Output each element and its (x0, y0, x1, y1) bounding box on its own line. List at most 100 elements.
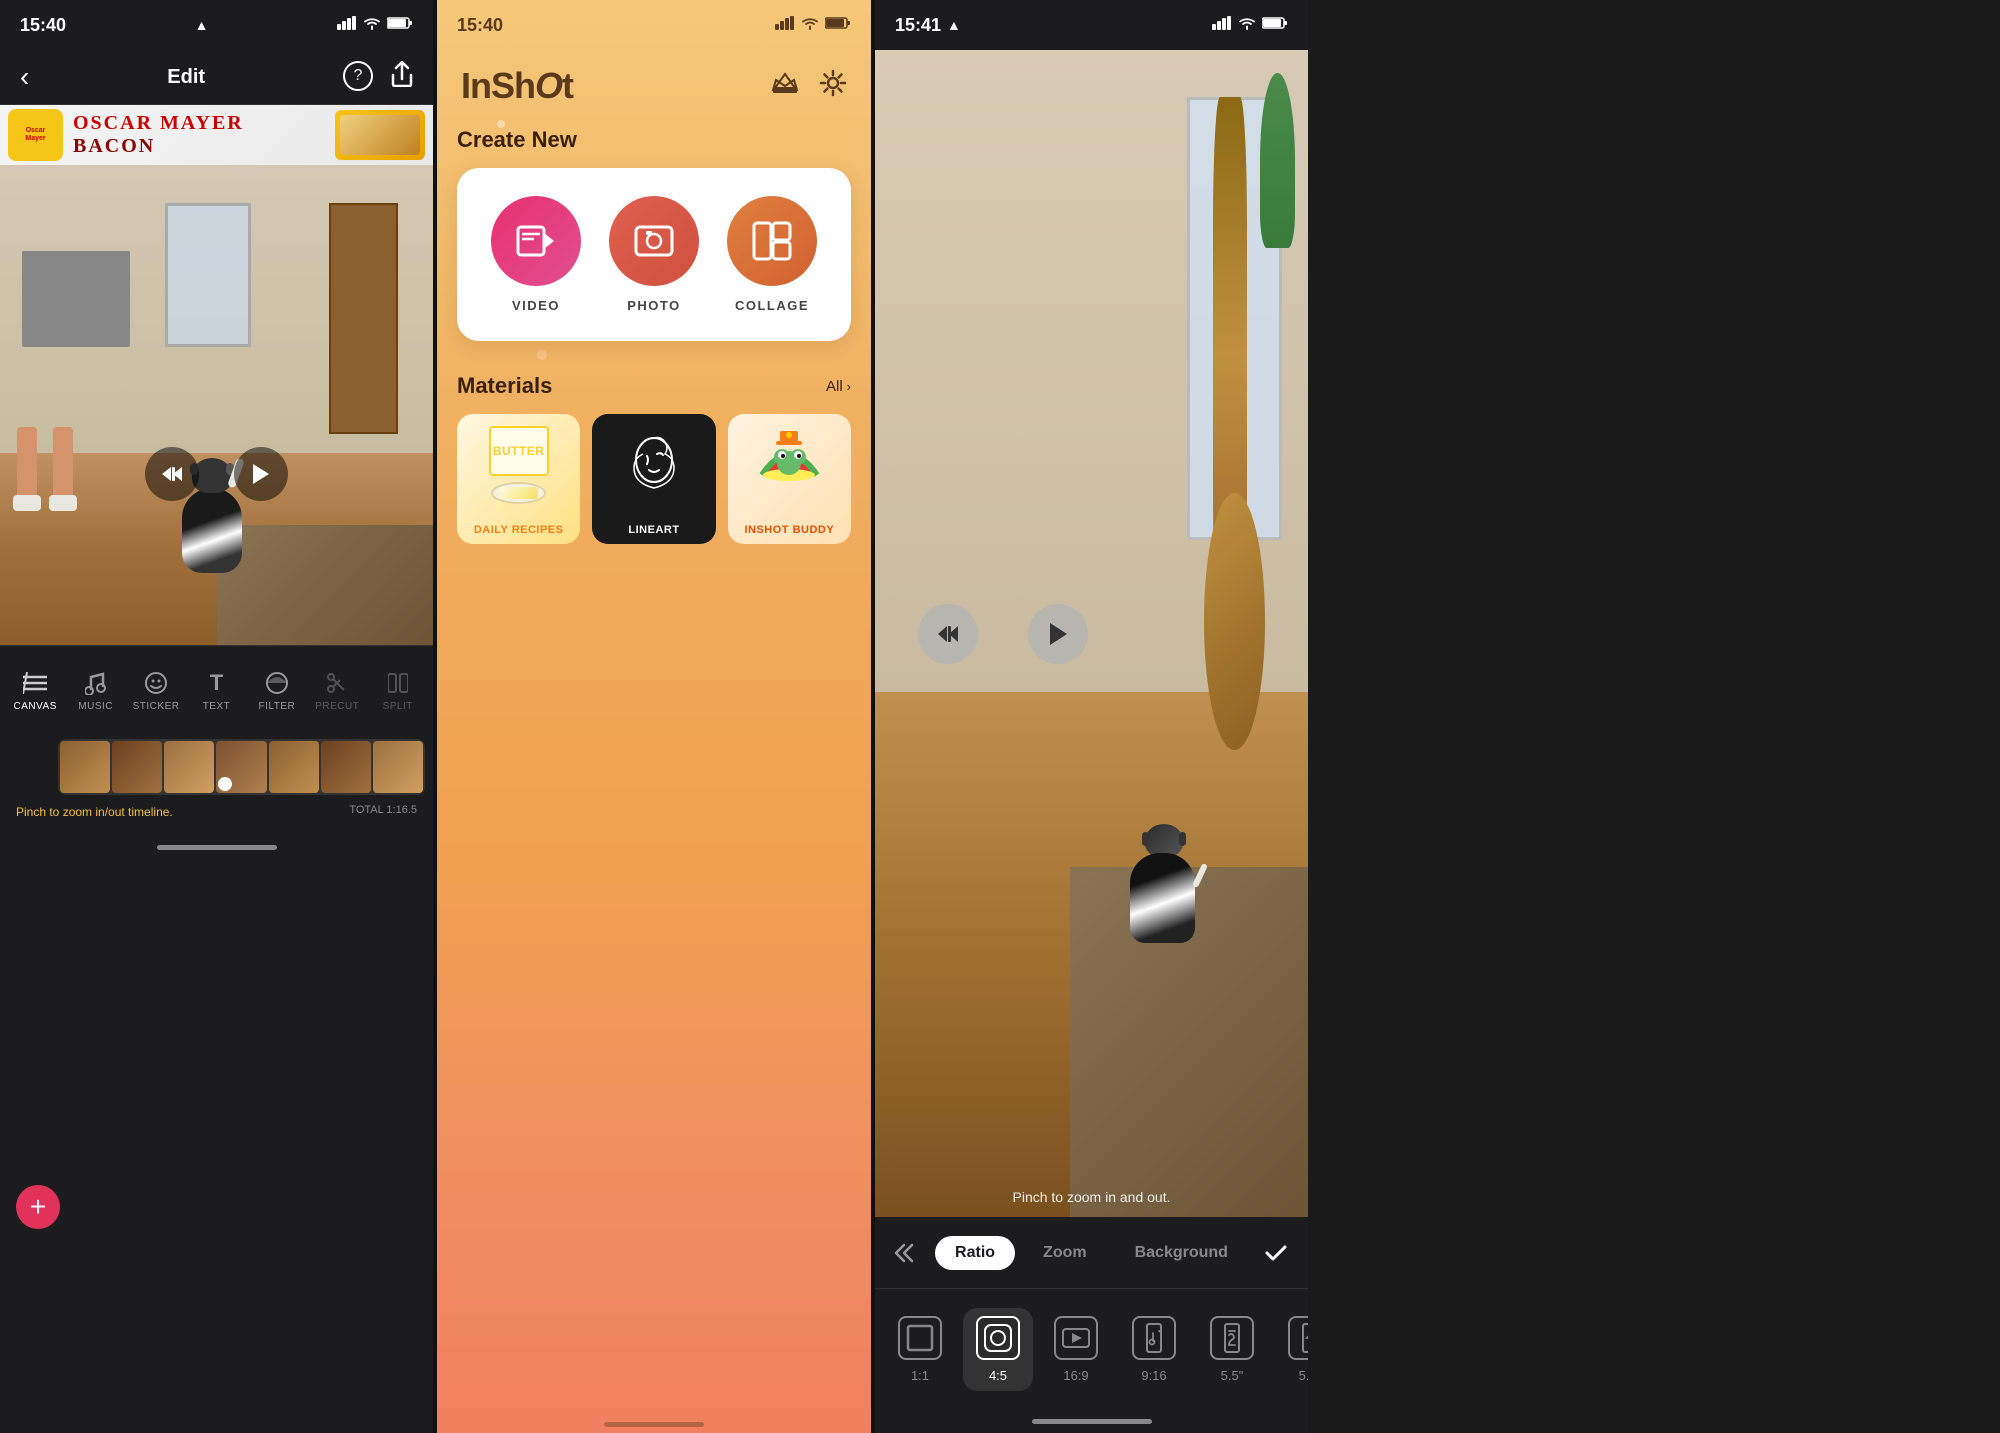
status-bar-1: 15:40 ▲ (0, 0, 433, 50)
play-controls-3 (918, 604, 1088, 664)
ratio-tab-ratio[interactable]: Ratio (935, 1236, 1015, 1270)
time-2: 15:40 (457, 15, 503, 36)
ratio-bar: Ratio Zoom Background (875, 1217, 1308, 1289)
precut-label: PRECUT (315, 701, 359, 712)
tool-filter[interactable]: FILTER (247, 661, 307, 720)
play-controls-1 (0, 447, 433, 501)
create-collage-item[interactable]: COLLAGE (727, 196, 817, 313)
home-indicator-3 (1032, 1419, 1152, 1424)
recipes-image: BUTTER (489, 426, 549, 504)
music-label: MUSIC (78, 701, 113, 712)
tool-canvas[interactable]: CANVAS (5, 661, 65, 720)
back-check-button[interactable] (891, 1233, 923, 1273)
lineart-label: LINEART (592, 524, 715, 536)
ratio-icon-16-9 (1054, 1316, 1098, 1360)
room-furniture (22, 251, 130, 347)
ratio-tab-background[interactable]: Background (1115, 1236, 1248, 1270)
skip-back-button-1[interactable] (145, 447, 199, 501)
edit-title: Edit (167, 66, 205, 89)
ad-banner[interactable]: OscarMayer OSCAR MAYER BACON (0, 105, 433, 165)
battery-icon-3 (1262, 16, 1288, 35)
ratio-options: 1:1 4:5 16:9 (875, 1289, 1308, 1409)
video-frame-1 (0, 165, 433, 645)
ad-text: OSCAR MAYER BACON (73, 112, 325, 158)
split-label: SPLIT (383, 701, 413, 712)
play-button-3[interactable] (1028, 604, 1088, 664)
confirm-button[interactable] (1260, 1233, 1292, 1273)
filter-label: FILTER (259, 701, 296, 712)
sparkle-4 (827, 250, 831, 254)
panel3-bottom: Ratio Zoom Background 1:1 (875, 1217, 1308, 1409)
materials-header: Materials All › (457, 373, 851, 399)
signal-icon-1 (337, 15, 357, 35)
tool-text[interactable]: T TEXT (186, 661, 246, 720)
create-new-section: Create New VIDEO PHOTO COLLA (457, 127, 851, 341)
tool-music[interactable]: MUSIC (65, 661, 125, 720)
materials-title: Materials (457, 373, 552, 399)
instagram-icon (984, 1324, 1012, 1352)
collage-circle (727, 196, 817, 286)
status-bar-3: 15:41 ▲ (875, 0, 1308, 50)
location-icon-1: ▲ (195, 17, 209, 33)
text-icon: T (202, 669, 230, 697)
ad-product-image (335, 110, 425, 160)
ratio-option-1-1[interactable]: 1:1 (885, 1308, 955, 1391)
ratio-option-4-5[interactable]: 4:5 (963, 1308, 1033, 1391)
tool-precut[interactable]: PRECUT (307, 661, 367, 720)
home-bar-3 (875, 1409, 1308, 1433)
sparkle-2 (786, 180, 791, 185)
edit-header: ‹ Edit ? (0, 50, 433, 105)
material-buddy[interactable]: INSHOT BUDDY (728, 414, 851, 544)
collage-label: COLLAGE (735, 298, 809, 313)
crown-icon[interactable] (771, 72, 799, 101)
material-recipes[interactable]: BUTTER DAILY RECIPES (457, 414, 580, 544)
timeline-thumb (321, 741, 371, 793)
ratio-option-16-9[interactable]: 16:9 (1041, 1308, 1111, 1391)
back-button[interactable]: ‹ (20, 61, 29, 93)
status-icons-3 (1212, 16, 1288, 35)
sparkle-3 (467, 300, 473, 306)
time-3: 15:41 (895, 15, 941, 36)
room-window (165, 203, 252, 347)
home-bar-2 (437, 1403, 871, 1433)
buddy-image (752, 425, 827, 505)
create-video-item[interactable]: VIDEO (491, 196, 581, 313)
timeline-thumb (112, 741, 162, 793)
music-icon (82, 669, 110, 697)
help-button[interactable]: ? (343, 61, 373, 91)
ratio-tab-zoom[interactable]: Zoom (1023, 1236, 1107, 1270)
tool-sticker[interactable]: STICKER (126, 661, 186, 720)
ratio-icon-4-5 (976, 1316, 1020, 1360)
material-lineart[interactable]: LINEART (592, 414, 715, 544)
photo-circle (609, 196, 699, 286)
sticker-label: STICKER (133, 701, 180, 712)
timeline-thumb (373, 741, 423, 793)
all-link[interactable]: All › (826, 378, 851, 395)
ratio-option-5-5[interactable]: 5.5" (1197, 1308, 1267, 1391)
video-frame-3: Pinch to zoom in and out. (875, 50, 1308, 1217)
home-indicator-1 (157, 845, 277, 850)
panel-ratio: 15:41 ▲ (875, 0, 1308, 1433)
share-button[interactable] (391, 61, 413, 93)
ratio-label-9-16: 9:16 (1141, 1368, 1166, 1383)
inshot-logo: InShOt (461, 65, 573, 107)
header-icons (771, 69, 847, 104)
p3-guitar-body (1204, 493, 1265, 750)
create-photo-item[interactable]: PHOTO (609, 196, 699, 313)
video-label: VIDEO (512, 298, 560, 313)
signal-icon-3 (1212, 16, 1232, 35)
timeline-playhead (218, 777, 232, 791)
add-button-1[interactable]: + (16, 1185, 60, 1229)
home-indicator-2 (604, 1422, 704, 1427)
play-button-1[interactable] (234, 447, 288, 501)
timeline-hint: Pinch to zoom in/out timeline. (16, 805, 173, 819)
ratio-option-9-16[interactable]: 9:16 (1119, 1308, 1189, 1391)
battery-icon-2 (825, 16, 851, 35)
ratio-option-5-8[interactable]: 5.8" (1275, 1308, 1308, 1391)
gear-icon[interactable] (819, 69, 847, 104)
chevron-icon: › (847, 379, 851, 394)
skip-back-button-3[interactable] (918, 604, 978, 664)
tool-split[interactable]: SPLIT (368, 661, 428, 720)
panel-edit: 15:40 ▲ ‹ Edit ? OscarMayer (0, 0, 433, 1433)
sticker-icon (142, 669, 170, 697)
